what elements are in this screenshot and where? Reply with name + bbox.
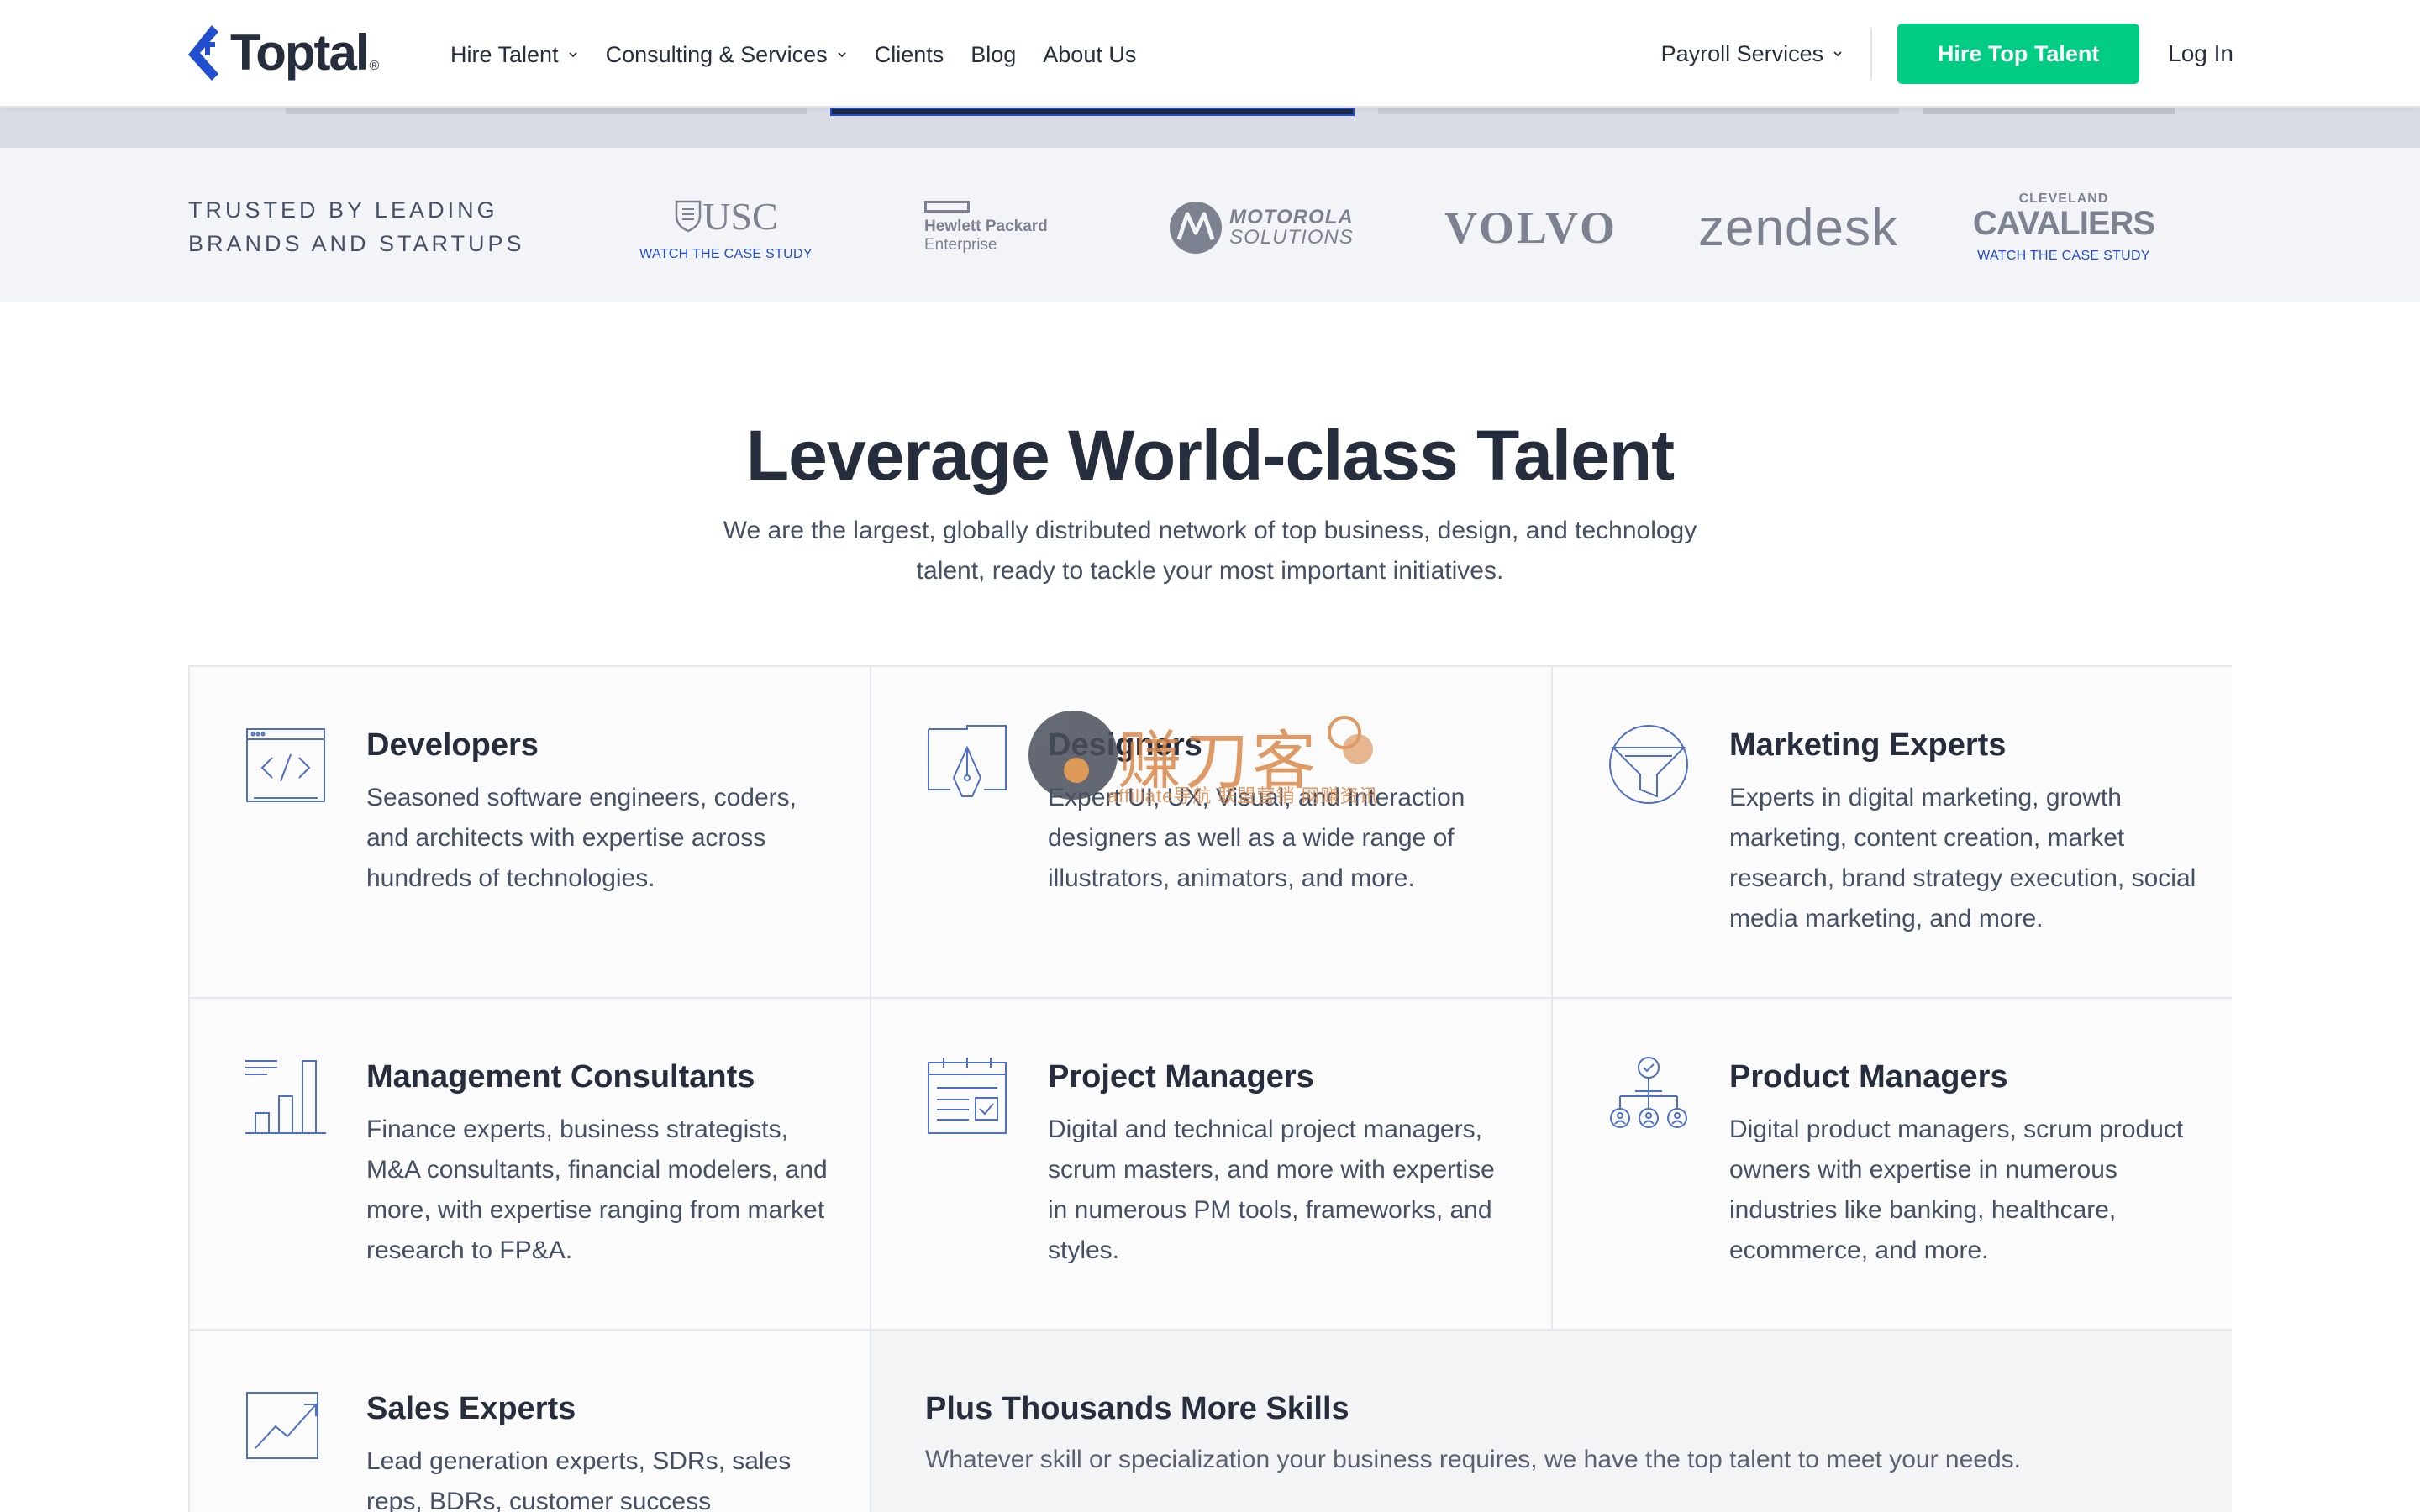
hpe-logo: Hewlett Packard Enterprise [924,218,1048,255]
section-subtitle: We are the largest, globally distributed… [723,517,1697,585]
trusted-by-section: TRUSTED BY LEADING BRANDS AND STARTUPS U… [0,148,2420,302]
category-desc: Digital and technical project managers, … [1048,1116,1495,1264]
header-divider [1870,28,1873,80]
nav-about-label: About Us [1043,41,1137,67]
more-skills-desc: Whatever skill or specialization your bu… [925,1446,2022,1473]
category-card-management-consultants[interactable]: Management Consultants Finance experts, … [190,999,871,1331]
cavaliers-case-study-link[interactable]: WATCH THE CASE STUDY [1977,249,2150,264]
category-title: Management Consultants [366,1059,755,1095]
chevron-down-icon [568,52,577,58]
category-desc: Lead generation experts, SDRs, sales rep… [366,1447,792,1512]
hpe-line1: Hewlett Packard [924,218,1048,235]
coins-icon [1328,716,1373,764]
category-desc: Seasoned software engineers, coders, and… [366,784,797,892]
logo-registered-mark: ® [369,59,380,73]
brand-motorola: MOTOROLA SOLUTIONS [1156,181,1366,274]
category-card-project-managers[interactable]: Project Managers Digital and technical p… [871,999,1553,1331]
category-card-sales-experts[interactable]: Sales Experts Lead generation experts, S… [190,1331,871,1512]
category-title: Sales Experts [366,1391,576,1426]
usc-case-study-link[interactable]: WATCH THE CASE STUDY [639,247,813,262]
hero-carousel-remnant [0,108,2420,148]
more-skills-card[interactable]: Plus Thousands More Skills Whatever skil… [871,1331,2232,1512]
brand-usc[interactable]: USC WATCH THE CASE STUDY [634,181,818,274]
main-nav: Hire Talent Consulting & Services Client… [450,34,1163,76]
carousel-card [286,108,807,114]
more-skills-title: Plus Thousands More Skills [925,1391,1349,1426]
watermark-overlay: 赚刀客 affiliate导航 联盟营销 网赚资讯 [1027,711,1388,806]
carousel-card [1923,108,2175,114]
cavaliers-logo: CLEVELAND CAVALIERS [1972,192,2155,242]
brand-hpe: Hewlett Packard Enterprise [924,181,1084,274]
hire-top-talent-button[interactable]: Hire Top Talent [1897,24,2140,84]
carousel-card [1378,108,1899,114]
nav-about-us[interactable]: About Us [1043,42,1136,68]
category-card-developers[interactable]: Developers Seasoned software engineers, … [190,667,871,999]
nav-clients[interactable]: Clients [875,42,944,68]
watermark-tagline: affiliate导航 联盟营销 网赚资讯 [1107,785,1379,806]
nav-hire-talent-label: Hire Talent [450,41,559,67]
hpe-rectangle-icon [924,201,970,213]
nav-blog[interactable]: Blog [971,42,1016,68]
org-chart-icon [1610,1057,1687,1128]
nav-hire-talent[interactable]: Hire Talent [450,42,579,68]
logo-text: Toptal [230,24,370,81]
toptal-mark-icon [188,25,218,81]
nav-payroll-services[interactable]: Payroll Services [1661,41,1844,67]
brand-zendesk: zendesk [1689,181,1907,274]
cavaliers-wordmark: CAVALIERS [1972,205,2155,242]
usc-wordmark: USC [702,194,778,238]
category-desc: Experts in digital marketing, growth mar… [1729,784,2196,932]
volvo-wordmark: VOLVO [1444,202,1618,253]
code-window-icon [246,728,325,802]
nav-blog-label: Blog [971,41,1017,67]
motorola-batwing-icon [1170,202,1223,254]
chevron-down-icon [838,52,846,58]
motorola-logo: MOTOROLA SOLUTIONS [1169,201,1354,255]
log-in-link[interactable]: Log In [2168,40,2233,67]
bar-chart-icon [245,1060,326,1134]
payroll-label: Payroll Services [1660,40,1824,66]
section-title: Leverage World-class Talent [745,416,1675,495]
watermark-avatar-icon [1028,711,1118,800]
category-title: Developers [366,727,539,763]
pen-nib-icon [928,725,1007,797]
usc-shield-icon [676,200,702,233]
category-card-marketing[interactable]: Marketing Experts Experts in digital mar… [1553,667,2232,999]
header-actions: Payroll Services Hire Top Talent Log In [1661,24,2233,84]
category-title: Project Managers [1048,1059,1314,1095]
motorola-line1: MOTOROLA [1229,206,1354,228]
nav-consulting-label: Consulting & Services [605,41,828,67]
trusted-by-title: TRUSTED BY LEADING BRANDS AND STARTUPS [188,197,525,256]
toptal-logo[interactable]: Toptal ® [187,25,379,81]
category-desc: Finance experts, business strategists, M… [366,1116,828,1264]
nav-consulting-services[interactable]: Consulting & Services [606,42,848,68]
chevron-down-icon [1833,51,1842,57]
usc-logo: USC [674,194,778,239]
calendar-check-icon [928,1058,1007,1134]
site-header: Toptal ® Hire Talent Consulting & Servic… [0,0,2420,108]
nav-clients-label: Clients [874,41,944,67]
motorola-line2: SOLUTIONS [1229,226,1354,249]
carousel-card-active [830,108,1355,116]
category-title: Product Managers [1729,1059,2008,1095]
hpe-line2: Enterprise [924,236,997,254]
zendesk-wordmark: zendesk [1698,198,1898,257]
category-title: Marketing Experts [1729,727,2007,763]
trend-up-icon [246,1392,318,1459]
category-card-product-managers[interactable]: Product Managers Digital product manager… [1553,999,2232,1331]
brand-volvo: VOLVO [1423,181,1639,274]
coin-icon [1064,758,1089,783]
funnel-icon [1609,725,1688,804]
category-desc: Digital product managers, scrum product … [1729,1116,2184,1264]
brand-cavaliers[interactable]: CLEVELAND CAVALIERS WATCH THE CASE STUDY [1963,181,2165,274]
